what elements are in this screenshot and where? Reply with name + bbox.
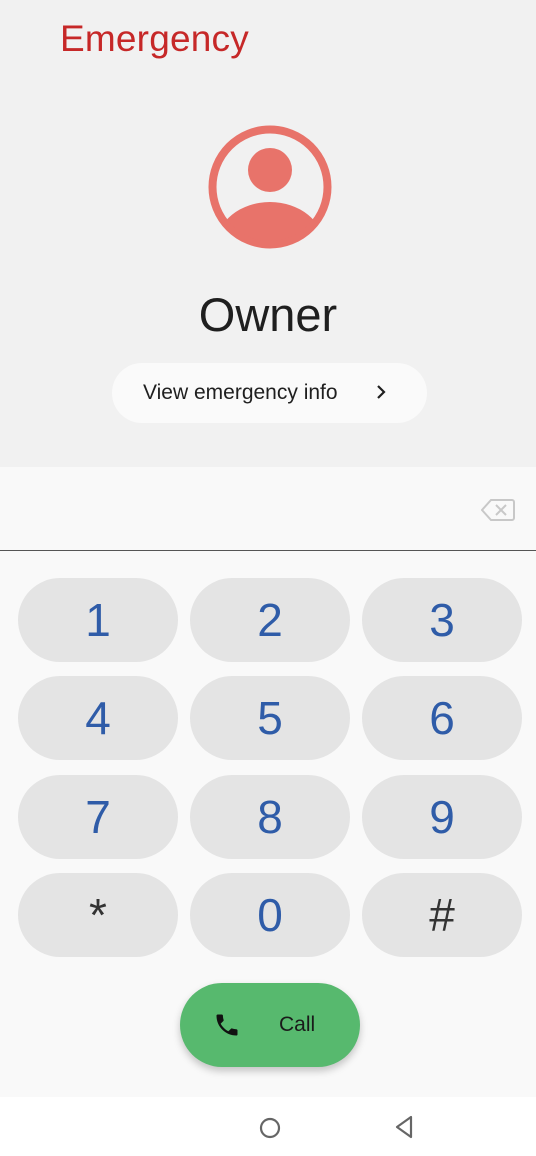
key-label: 3 [429,594,455,646]
key-star[interactable]: * [18,873,178,957]
key-3[interactable]: 3 [362,578,522,662]
key-2[interactable]: 2 [190,578,350,662]
key-label: 8 [257,791,283,843]
key-label: 0 [257,889,283,941]
owner-name: Owner [198,288,338,341]
backspace-icon[interactable] [481,498,515,522]
key-7[interactable]: 7 [18,775,178,859]
key-label: # [429,889,455,941]
navigation-bar [0,1097,536,1156]
number-entry-field[interactable] [0,467,536,551]
key-label: 2 [257,594,283,646]
call-button[interactable]: Call [180,983,360,1067]
key-label: * [89,889,107,941]
key-0[interactable]: 0 [190,873,350,957]
chevron-right-icon [377,385,386,399]
avatar-icon [208,125,332,249]
key-label: 1 [85,594,111,646]
view-emergency-info-button[interactable]: View emergency info [112,363,427,423]
key-label: 9 [429,791,455,843]
key-1[interactable]: 1 [18,578,178,662]
page-title: Emergency [60,18,249,59]
call-label: Call [279,1013,316,1036]
key-8[interactable]: 8 [190,775,350,859]
key-label: 5 [257,692,283,744]
key-label: 6 [429,692,455,744]
view-emergency-info-label: View emergency info [143,381,338,404]
key-label: 7 [85,791,111,843]
back-triangle-icon[interactable] [394,1115,414,1139]
key-5[interactable]: 5 [190,676,350,760]
key-6[interactable]: 6 [362,676,522,760]
key-9[interactable]: 9 [362,775,522,859]
key-4[interactable]: 4 [18,676,178,760]
key-hash[interactable]: # [362,873,522,957]
home-circle-icon[interactable] [259,1117,281,1139]
emergency-header-area: Emergency Owner View emergency info [0,0,536,467]
key-label: 4 [85,692,111,744]
phone-icon [216,1014,238,1036]
